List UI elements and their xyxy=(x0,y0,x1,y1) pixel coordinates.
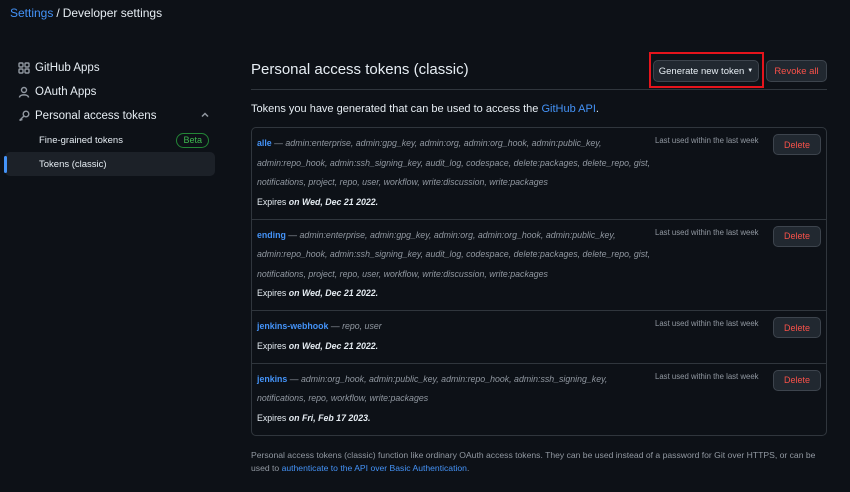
sidebar-item-github-apps[interactable]: GitHub Apps xyxy=(0,56,218,80)
footer-note-end: . xyxy=(466,462,470,473)
token-scopes: admin:enterprise, admin:gpg_key, admin:o… xyxy=(257,229,651,279)
sidebar-item-label: GitHub Apps xyxy=(35,62,100,74)
token-scopes-line: jenkins-webhook — repo, user xyxy=(257,321,382,331)
delete-token-button[interactable]: Delete xyxy=(773,225,821,247)
person-icon xyxy=(18,86,30,98)
token-scopes: admin:enterprise, admin:gpg_key, admin:o… xyxy=(257,138,651,187)
last-used-text: Last used within the last week xyxy=(655,371,759,381)
breadcrumb-separator: / xyxy=(56,6,60,20)
token-list: alle — admin:enterprise, admin:gpg_key, … xyxy=(251,127,827,436)
page-title: Personal access tokens (classic) xyxy=(251,61,469,78)
token-scopes: repo, user xyxy=(342,321,382,331)
sidebar-item-tokens-classic[interactable]: Tokens (classic) xyxy=(4,152,215,176)
beta-badge: Beta xyxy=(176,133,209,148)
intro-text-body: Tokens you have generated that can be us… xyxy=(251,103,542,115)
breadcrumb: Settings / Developer settings xyxy=(10,6,162,20)
delete-token-button[interactable]: Delete xyxy=(773,317,821,338)
token-name-link[interactable]: jenkins xyxy=(257,374,287,384)
token-scopes-line: ending — admin:enterprise, admin:gpg_key… xyxy=(257,229,651,279)
token-row: alle — admin:enterprise, admin:gpg_key, … xyxy=(252,128,826,219)
sidebar-item-label: Personal access tokens xyxy=(35,110,157,122)
sidebar-subitem-label: Tokens (classic) xyxy=(39,158,107,170)
token-name-link[interactable]: alle xyxy=(257,138,272,148)
basic-auth-link[interactable]: authenticate to the API over Basic Authe… xyxy=(282,463,467,473)
sidebar-item-oauth-apps[interactable]: OAuth Apps xyxy=(0,80,218,104)
breadcrumb-settings-link[interactable]: Settings xyxy=(10,6,53,20)
sidebar-item-personal-access-tokens[interactable]: Personal access tokens xyxy=(0,104,218,128)
caret-down-icon: ▼ xyxy=(747,68,754,74)
delete-token-button[interactable]: Delete xyxy=(773,369,821,391)
token-name-link[interactable]: jenkins-webhook xyxy=(257,321,328,331)
main-content: Personal access tokens (classic) Generat… xyxy=(251,52,827,475)
token-scopes-line: alle — admin:enterprise, admin:gpg_key, … xyxy=(257,138,651,187)
key-icon xyxy=(18,110,30,122)
sidebar-item-label: OAuth Apps xyxy=(35,86,97,98)
token-scopes-line: jenkins — admin:org_hook, admin:public_k… xyxy=(257,373,608,404)
breadcrumb-current: Developer settings xyxy=(62,6,163,20)
last-used-text: Last used within the last week xyxy=(655,227,759,237)
intro-text: Tokens you have generated that can be us… xyxy=(251,103,827,115)
token-expiration: Expires on Fri, Feb 17 2023. xyxy=(257,412,371,423)
generate-new-token-label: Generate new token xyxy=(658,65,745,77)
token-scopes: admin:org_hook, admin:public_key, admin:… xyxy=(257,373,608,404)
token-row: ending — admin:enterprise, admin:gpg_key… xyxy=(252,218,826,311)
last-used-text: Last used within the last week xyxy=(655,136,759,145)
generate-new-token-button[interactable]: Generate new token ▼ xyxy=(653,60,759,82)
last-used-text: Last used within the last week xyxy=(655,319,759,328)
page-header: Personal access tokens (classic) Generat… xyxy=(251,52,827,90)
footer-note: Personal access tokens (classic) functio… xyxy=(251,449,829,475)
sidebar: GitHub Apps OAuth Apps Personal access t… xyxy=(0,56,218,176)
apps-icon xyxy=(18,62,30,74)
chevron-up-icon xyxy=(200,110,210,120)
intro-text-end: . xyxy=(595,103,599,115)
delete-token-button[interactable]: Delete xyxy=(773,134,821,155)
token-expiration: Expires on Wed, Dec 21 2022. xyxy=(257,288,379,298)
token-row: jenkins-webhook — repo, user Expires on … xyxy=(252,310,826,363)
github-api-link[interactable]: GitHub API xyxy=(541,103,595,115)
token-row: jenkins — admin:org_hook, admin:public_k… xyxy=(252,362,826,435)
token-expiration: Expires on Wed, Dec 21 2022. xyxy=(257,196,379,207)
token-name-link[interactable]: ending xyxy=(257,230,286,240)
token-expiration: Expires on Wed, Dec 21 2022. xyxy=(257,340,379,351)
revoke-all-button[interactable]: Revoke all xyxy=(766,60,827,82)
sidebar-subitem-label: Fine-grained tokens xyxy=(39,134,123,146)
sidebar-item-fine-grained-tokens[interactable]: Fine-grained tokens Beta xyxy=(5,128,215,152)
